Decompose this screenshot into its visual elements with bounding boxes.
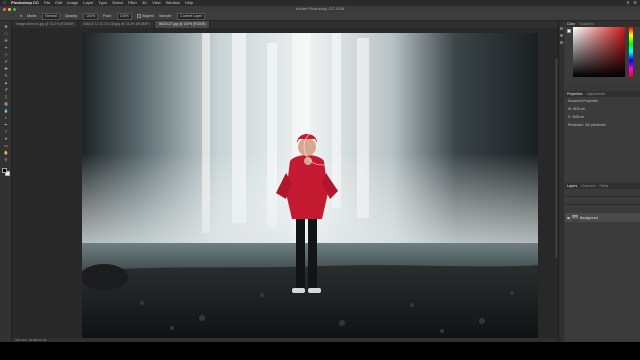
tab-properties[interactable]: Properties [567, 92, 582, 96]
properties-height[interactable]: H: 3628 cm [565, 113, 640, 121]
eyedropper-tool-icon[interactable]: ✐ [3, 60, 9, 64]
lasso-tool-icon[interactable]: ❉ [3, 39, 9, 43]
eye-icon[interactable] [567, 216, 570, 219]
zoom-tool-icon[interactable]: ⚲ [3, 158, 9, 162]
tab-channels[interactable]: Channels [581, 184, 595, 188]
quick-select-tool-icon[interactable]: ✦ [3, 46, 9, 50]
waterfall-photo-image [82, 33, 538, 338]
mode-select[interactable]: Normal [42, 12, 60, 20]
layer-thumbnail [572, 214, 578, 221]
flow-label: Flow: [103, 14, 112, 18]
color-field[interactable] [573, 27, 625, 77]
clone-stamp-tool-icon[interactable]: ▲ [3, 81, 9, 85]
sample-select[interactable]: Current Layer [177, 12, 206, 20]
aligned-label: Aligned [141, 13, 154, 18]
layers-panel: Layers Channels Paths Background [565, 183, 640, 342]
opacity-label: Opacity: [64, 14, 78, 18]
marquee-tool-icon[interactable]: □ [3, 32, 9, 36]
aligned-checkbox[interactable]: Aligned [136, 13, 154, 19]
path-select-tool-icon[interactable]: ➤ [3, 137, 9, 141]
crop-tool-icon[interactable]: ⊹ [3, 53, 9, 57]
pen-tool-icon[interactable]: ✒ [3, 123, 9, 127]
checkbox-icon [136, 14, 141, 19]
history-brush-tool-icon[interactable]: ↺ [3, 88, 9, 92]
tab-document-2[interactable]: IMAGE 12.10.22.138.jpg @ 33.3% (RGB/8*) [79, 21, 155, 28]
clone-stamp-preset-icon[interactable]: ● [20, 14, 22, 18]
tab-adjustments[interactable]: Adjustments [586, 92, 605, 96]
hue-slider[interactable] [629, 27, 633, 77]
layer-name: Background [580, 215, 599, 220]
move-tool-icon[interactable]: ✥ [3, 25, 9, 29]
options-bar: ● Mode: Normal Opacity: 100% Flow: 100% … [0, 12, 640, 21]
flow-field[interactable]: 100% [116, 12, 132, 20]
tab-swatches[interactable]: Swatches [579, 22, 594, 26]
brush-tool-icon[interactable]: ✎ [3, 74, 9, 78]
tab-color[interactable]: Color [567, 22, 575, 26]
tab-paths[interactable]: Paths [600, 184, 609, 188]
layers-blend-row[interactable] [565, 197, 640, 205]
eraser-tool-icon[interactable]: ▯ [3, 95, 9, 99]
blur-tool-icon[interactable]: 💧 [3, 109, 9, 113]
mode-label: Mode: [27, 14, 38, 18]
foreground-color-swatch[interactable] [2, 168, 7, 173]
canvas-area[interactable] [12, 28, 558, 342]
sample-label: Sample: [158, 14, 173, 18]
adjustments-panel-icon[interactable] [560, 34, 563, 37]
layer-background[interactable]: Background [565, 213, 640, 222]
properties-width[interactable]: W: 3628 cm [565, 105, 640, 113]
history-panel-icon[interactable] [560, 27, 563, 30]
color-panel: Color Swatches [565, 21, 640, 83]
brush-panel-icon[interactable] [560, 41, 563, 44]
properties-title: Document Properties [568, 99, 598, 103]
tools-panel: ✥ □ ❉ ✦ ⊹ ✐ ✚ ✎ ▲ ↺ ▯ ▦ 💧 ◐ ✒ T ➤ ▭ ✋ ⚲ [0, 21, 12, 342]
hand-tool-icon[interactable]: ✋ [3, 151, 9, 155]
document-tabs: Image Airbrush.jpg @ 33.3% (RGB/8*) IMAG… [12, 21, 558, 28]
layers-filter-row[interactable] [565, 189, 640, 197]
healing-brush-tool-icon[interactable]: ✚ [3, 67, 9, 71]
document-photo[interactable] [82, 33, 538, 338]
panel-icon-strip [559, 21, 564, 342]
tab-layers[interactable]: Layers [567, 184, 577, 188]
right-panel-dock: Color Swatches Properties Adjustments Do… [558, 21, 640, 342]
type-tool-icon[interactable]: T [3, 130, 9, 134]
gradient-tool-icon[interactable]: ▦ [3, 102, 9, 106]
tab-document-1[interactable]: Image Airbrush.jpg @ 33.3% (RGB/8*) [12, 21, 79, 28]
opacity-field[interactable]: 100% [82, 12, 99, 20]
dodge-tool-icon[interactable]: ◐ [3, 116, 9, 120]
properties-resolution: Resolution: 240 pixels/inch [568, 123, 606, 127]
video-letterbox-bar [0, 342, 640, 360]
panel-foreground-chip[interactable] [567, 29, 571, 33]
tab-document-active[interactable]: IMG0127.jpg @ 100% (RGB/8) [154, 21, 211, 28]
properties-panel: Properties Adjustments Document Properti… [565, 91, 640, 181]
shape-tool-icon[interactable]: ▭ [3, 144, 9, 148]
